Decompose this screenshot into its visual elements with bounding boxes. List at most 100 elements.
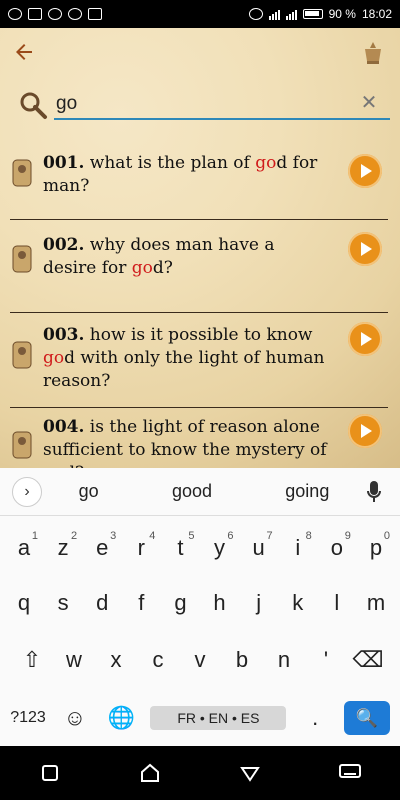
mic-icon[interactable] bbox=[366, 480, 382, 504]
key-i[interactable]: i8 bbox=[280, 528, 316, 568]
space-key[interactable]: FR • EN • ES bbox=[150, 706, 287, 730]
key-n[interactable]: n bbox=[266, 640, 302, 680]
key-a[interactable]: a1 bbox=[6, 528, 42, 568]
key-j[interactable]: j bbox=[241, 583, 277, 623]
item-text-pre: how is it possible to know bbox=[84, 325, 313, 345]
play-button[interactable] bbox=[348, 414, 382, 448]
clear-icon[interactable]: ✕ bbox=[358, 92, 380, 114]
keyboard-icon[interactable] bbox=[336, 759, 364, 787]
play-button[interactable] bbox=[348, 232, 382, 266]
item-highlight: go bbox=[43, 348, 65, 368]
key-b[interactable]: b bbox=[224, 640, 260, 680]
system-nav-bar bbox=[0, 746, 400, 800]
status-left bbox=[8, 8, 102, 20]
emoji-key-icon[interactable]: ☺ bbox=[57, 698, 93, 738]
status-time: 18:02 bbox=[361, 7, 392, 21]
key-m[interactable]: m bbox=[358, 583, 394, 623]
copyright-icon bbox=[68, 8, 82, 20]
play-button[interactable] bbox=[348, 154, 382, 188]
key-c[interactable]: c bbox=[140, 640, 176, 680]
suggestion-1[interactable]: go bbox=[79, 481, 99, 502]
key-u[interactable]: u7 bbox=[241, 528, 277, 568]
key-s[interactable]: s bbox=[45, 583, 81, 623]
results-list: 001. what is the plan of god for man? 00… bbox=[0, 148, 400, 468]
item-text-post: d with only the light of human reason? bbox=[43, 348, 325, 391]
papal-emblem-icon bbox=[358, 39, 388, 69]
item-highlight: go bbox=[131, 258, 153, 278]
key-e[interactable]: e3 bbox=[84, 528, 120, 568]
item-number: 003. bbox=[43, 325, 85, 345]
saint-icon bbox=[10, 430, 34, 460]
symbols-key[interactable]: ?123 bbox=[10, 698, 46, 738]
key-y[interactable]: y6 bbox=[202, 528, 238, 568]
key-v[interactable]: v bbox=[182, 640, 218, 680]
key-l[interactable]: l bbox=[319, 583, 355, 623]
item-text-post: d? bbox=[152, 258, 173, 278]
signal-icon bbox=[268, 8, 280, 20]
toolbar bbox=[0, 28, 400, 80]
key-row-1: a1 z2 e3 r4 t5 y6 u7 i8 o9 p0 bbox=[0, 528, 400, 568]
phone-icon bbox=[88, 8, 102, 20]
search-input[interactable] bbox=[54, 90, 390, 120]
item-text-pre: is the light of reason alone sufficient … bbox=[43, 417, 327, 460]
key-q[interactable]: q bbox=[6, 583, 42, 623]
key-row-3: ⇧ w x c v b n ' ⌫ bbox=[0, 640, 400, 680]
item-text: 003. how is it possible to know god with… bbox=[43, 324, 333, 393]
key-t[interactable]: t5 bbox=[162, 528, 198, 568]
home-icon[interactable] bbox=[136, 759, 164, 787]
status-bar: 90 % 18:02 bbox=[0, 0, 400, 28]
back-triangle-icon[interactable] bbox=[236, 759, 264, 787]
search-bar: ✕ bbox=[0, 80, 400, 134]
wifi-icon bbox=[48, 8, 62, 20]
image-icon bbox=[28, 8, 42, 20]
key-h[interactable]: h bbox=[202, 583, 238, 623]
item-number: 001. bbox=[43, 153, 85, 173]
divider bbox=[10, 407, 388, 408]
item-text-pre: what is the plan of bbox=[84, 153, 256, 173]
battery-text: 90 % bbox=[328, 7, 356, 21]
suggestion-2[interactable]: good bbox=[172, 481, 212, 502]
item-highlight: go bbox=[255, 153, 277, 173]
key-x[interactable]: x bbox=[98, 640, 134, 680]
suggestion-3[interactable]: going bbox=[285, 481, 329, 502]
key-f[interactable]: f bbox=[123, 583, 159, 623]
item-text: 002. why does man have a desire for god? bbox=[43, 234, 333, 280]
key-d[interactable]: d bbox=[84, 583, 120, 623]
key-p[interactable]: p0 bbox=[358, 528, 394, 568]
shift-key-icon[interactable]: ⇧ bbox=[14, 640, 50, 680]
recent-apps-icon[interactable] bbox=[36, 759, 64, 787]
divider bbox=[10, 219, 388, 220]
globe-key-icon[interactable]: 🌐 bbox=[104, 698, 140, 738]
item-text: 004. is the light of reason alone suffic… bbox=[43, 416, 333, 468]
key-z[interactable]: z2 bbox=[45, 528, 81, 568]
backspace-key-icon[interactable]: ⌫ bbox=[350, 640, 386, 680]
suggestion-bar: › go good going bbox=[0, 468, 400, 516]
back-arrow-icon[interactable] bbox=[12, 40, 36, 68]
play-button[interactable] bbox=[348, 322, 382, 356]
key-r[interactable]: r4 bbox=[123, 528, 159, 568]
keyboard: › go good going a1 z2 e3 r4 t5 y6 u7 i8 … bbox=[0, 468, 400, 746]
key-o[interactable]: o9 bbox=[319, 528, 355, 568]
key-w[interactable]: w bbox=[56, 640, 92, 680]
key-k[interactable]: k bbox=[280, 583, 316, 623]
saint-icon bbox=[10, 244, 34, 274]
hotspot-icon bbox=[248, 8, 263, 20]
period-key[interactable]: . bbox=[297, 698, 333, 738]
key-g[interactable]: g bbox=[162, 583, 198, 623]
divider bbox=[10, 312, 388, 313]
search-icon bbox=[18, 90, 48, 120]
item-text: 001. what is the plan of god for man? bbox=[43, 152, 333, 198]
suggestions: go good going bbox=[42, 481, 366, 502]
status-right: 90 % 18:02 bbox=[248, 7, 392, 21]
key-row-4: ?123 ☺ 🌐 FR • EN • ES . 🔍 bbox=[0, 698, 400, 738]
notification-icon bbox=[8, 8, 22, 20]
item-number: 004. bbox=[43, 417, 85, 437]
app-area: ✕ 001. what is the plan of god for man? … bbox=[0, 28, 400, 468]
key-row-2: q s d f g h j k l m bbox=[0, 583, 400, 623]
saint-icon bbox=[10, 340, 34, 370]
key-apostrophe[interactable]: ' bbox=[308, 640, 344, 680]
saint-icon bbox=[10, 158, 34, 188]
search-key-icon[interactable]: 🔍 bbox=[343, 701, 390, 735]
battery-icon bbox=[302, 9, 323, 19]
chevron-right-icon[interactable]: › bbox=[12, 476, 42, 507]
